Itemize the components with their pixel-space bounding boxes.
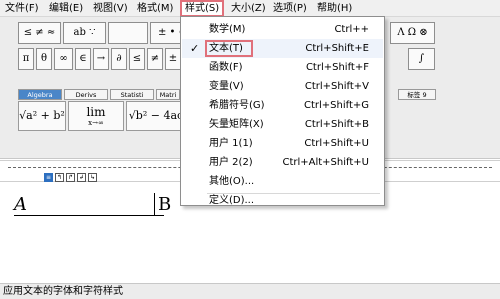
sqrt-sum-template[interactable]: √a² + b² [18,101,66,131]
equation-text-a: A [14,194,27,215]
sqrt-sum-label: √a² + b² [19,109,65,122]
limit-subscript: x→∞ [88,119,104,127]
menu-item-shortcut: Ctrl+Shift+U [304,138,369,149]
element-of-button[interactable]: ∈ [75,48,91,70]
pi-button[interactable]: π [18,48,34,70]
status-text: 应用文本的字体和字符样式 [3,286,123,297]
menu-separator [207,193,380,194]
tab-right-icon[interactable]: ↲ [77,173,86,182]
menu-item-variable[interactable]: 变量(V) Ctrl+Shift+V [182,77,383,96]
limit-label: lim [86,105,106,119]
menu-item-shortcut: Ctrl+Shift+B [304,119,369,130]
less-equal-button[interactable]: ≤ [129,48,145,70]
menu-item-text[interactable]: ✓ 文本(T) Ctrl+Shift+E [182,39,383,58]
align-left-icon[interactable]: ≡ [44,173,53,182]
menu-bar: 文件(F) 编辑(E) 视图(V) 格式(M) 样式(S) 大小(Z) 选项(P… [0,0,500,17]
checkmark-icon: ✓ [190,42,200,55]
integral-button[interactable]: ∫ [408,48,435,70]
tab-matrices[interactable]: Matri [156,89,180,100]
tab-algebra[interactable]: Algebra [18,89,62,100]
menu-item-label: 希腊符号(G) [209,100,265,111]
menu-format[interactable]: 格式(M) [134,1,176,16]
menu-item-greek[interactable]: 希腊符号(G) Ctrl+Shift+G [182,96,383,115]
menu-item-label: 定义(D)... [209,195,255,206]
sqrt-discriminant-label: √b² − 4ac [128,109,184,122]
plus-minus-button[interactable]: ± [165,48,181,70]
menu-item-label: 变量(V) [209,81,244,92]
greek-upper-palette-button[interactable]: Λ Ω ⊗ [390,22,435,44]
style-menu-dropdown: 数学(M) Ctrl++ ✓ 文本(T) Ctrl+Shift+E 函数(F) … [180,16,385,206]
menu-item-function[interactable]: 函数(F) Ctrl+Shift+F [182,58,383,77]
menu-item-label: 文本(T) [209,43,243,54]
menu-help[interactable]: 帮助(H) [314,1,355,16]
menu-item-label: 函数(F) [209,62,243,73]
menu-item-shortcut: Ctrl+Shift+G [303,100,369,111]
theta-button[interactable]: θ [36,48,52,70]
infinity-button[interactable]: ∞ [54,48,73,70]
tab-9[interactable]: 标签 9 [398,89,436,100]
equation-text-b: B [158,194,172,215]
spaces-palette-button[interactable]: ab ∵ [63,22,106,44]
limit-template[interactable]: lim x→∞ [68,101,124,131]
sqrt-discriminant-template[interactable]: √b² − 4ac [126,101,186,131]
status-bar: 应用文本的字体和字符样式 [0,283,500,299]
embellishments-palette-button[interactable] [108,22,148,44]
menu-item-label: 矢量矩阵(X) [209,119,264,130]
menu-item-label: 用户 1(1) [209,138,253,149]
not-equal-button[interactable]: ≠ [147,48,163,70]
menu-item-shortcut: Ctrl+Alt+Shift+U [282,157,369,168]
menu-size[interactable]: 大小(Z) [228,1,269,16]
menu-edit[interactable]: 编辑(E) [46,1,86,16]
menu-item-vector-matrix[interactable]: 矢量矩阵(X) Ctrl+Shift+B [182,115,383,134]
menu-item-shortcut: Ctrl+Shift+F [305,62,369,73]
menu-item-shortcut: Ctrl+Shift+V [304,81,369,92]
text-cursor [154,193,155,215]
menu-item-math[interactable]: 数学(M) Ctrl++ [182,20,383,39]
menu-options[interactable]: 选项(P) [270,1,310,16]
menu-item-user-2[interactable]: 用户 2(2) Ctrl+Alt+Shift+U [182,153,383,172]
tab-statistics[interactable]: Statisti [110,89,154,100]
menu-item-define[interactable]: 定义(D)... [182,196,383,206]
tab-center-icon[interactable]: ↱ [66,173,75,182]
relations-palette-button[interactable]: ≤ ≠ ≈ [18,22,61,44]
partial-button[interactable]: ∂ [111,48,127,70]
tab-left-icon[interactable]: ↰ [55,173,64,182]
menu-item-label: 数学(M) [209,24,246,35]
selection-underline [14,215,164,216]
menu-item-shortcut: Ctrl++ [334,24,369,35]
menu-item-shortcut: Ctrl+Shift+E [305,43,369,54]
menu-item-label: 其他(O)... [209,176,255,187]
tab-decimal-icon[interactable]: ↳ [88,173,97,182]
tab-derivs[interactable]: Derivs [64,89,108,100]
menu-item-user-1[interactable]: 用户 1(1) Ctrl+Shift+U [182,134,383,153]
menu-view[interactable]: 视图(V) [90,1,131,16]
menu-item-other[interactable]: 其他(O)... [182,172,383,191]
menu-item-label: 用户 2(2) [209,157,253,168]
menu-file[interactable]: 文件(F) [2,1,42,16]
arrow-button[interactable]: → [93,48,109,70]
menu-style[interactable]: 样式(S) [179,0,225,17]
